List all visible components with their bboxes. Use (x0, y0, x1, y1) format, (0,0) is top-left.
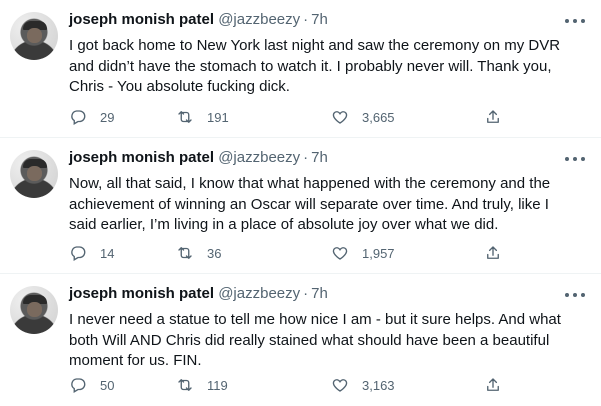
like-icon (332, 247, 348, 260)
tweet-thread: joseph monish patel @jazzbeezy · 7h I got … (0, 0, 601, 406)
tweet-actions: 50 119 3,163 (69, 375, 499, 395)
like-count: 1,957 (362, 245, 395, 261)
retweet-button[interactable]: 191 (176, 107, 229, 127)
tweet-header: joseph monish patel @jazzbeezy · 7h (69, 11, 328, 31)
timestamp[interactable]: 7h (311, 149, 328, 166)
like-icon (332, 111, 348, 124)
retweet-icon (178, 247, 192, 259)
retweet-count: 36 (207, 245, 222, 261)
tweet-actions: 29 191 3,665 (69, 107, 499, 127)
separator: · (303, 285, 309, 302)
like-icon (332, 379, 348, 392)
tweet-text: Now, all that said, I know that what hap… (69, 175, 551, 233)
share-icon (487, 378, 499, 391)
retweet-icon (178, 379, 192, 391)
tweet-text: I got back home to New York last night a… (69, 37, 561, 95)
author-name[interactable]: joseph monish patel (69, 149, 214, 166)
reply-button[interactable]: 14 (69, 243, 114, 263)
reply-count: 14 (100, 245, 115, 261)
like-button[interactable]: 1,957 (331, 243, 395, 263)
reply-button[interactable]: 29 (69, 107, 114, 127)
tweet-text: I never need a statue to tell me how nic… (69, 311, 561, 369)
more-icon[interactable] (565, 292, 585, 298)
share-button[interactable] (484, 375, 502, 395)
reply-count: 29 (100, 109, 115, 125)
tweet-header: joseph monish patel @jazzbeezy · 7h (69, 149, 328, 169)
retweet-icon (178, 111, 192, 123)
tweet[interactable]: joseph monish patel @jazzbeezy · 7h Now, a… (0, 138, 601, 274)
share-button[interactable] (484, 107, 502, 127)
tweet[interactable]: joseph monish patel @jazzbeezy · 7h I neve… (0, 274, 601, 406)
author-handle[interactable]: @jazzbeezy (218, 285, 300, 302)
avatar[interactable] (10, 150, 58, 198)
reply-icon (71, 246, 86, 261)
reply-icon (71, 110, 86, 125)
separator: · (303, 11, 309, 28)
avatar[interactable] (10, 12, 58, 60)
like-count: 3,163 (362, 377, 395, 393)
like-count: 3,665 (362, 109, 395, 125)
tweet-header: joseph monish patel @jazzbeezy · 7h (69, 285, 328, 305)
reply-count: 50 (100, 377, 115, 393)
share-icon (487, 246, 499, 259)
retweet-count: 191 (207, 109, 229, 125)
separator: · (303, 149, 309, 166)
author-handle[interactable]: @jazzbeezy (218, 11, 300, 28)
timestamp[interactable]: 7h (311, 285, 328, 302)
retweet-count: 119 (207, 377, 228, 393)
author-name[interactable]: joseph monish patel (69, 285, 214, 302)
reply-icon (71, 378, 86, 393)
share-button[interactable] (484, 243, 502, 263)
share-icon (487, 110, 499, 123)
tweet[interactable]: joseph monish patel @jazzbeezy · 7h I got … (0, 0, 601, 138)
avatar[interactable] (10, 286, 58, 334)
author-name[interactable]: joseph monish patel (69, 11, 214, 28)
author-handle[interactable]: @jazzbeezy (218, 149, 300, 166)
reply-button[interactable]: 50 (69, 375, 114, 395)
tweet-actions: 14 36 1,957 (69, 243, 499, 263)
more-icon[interactable] (565, 18, 585, 24)
like-button[interactable]: 3,163 (331, 375, 395, 395)
like-button[interactable]: 3,665 (331, 107, 395, 127)
retweet-button[interactable]: 36 (176, 243, 221, 263)
timestamp[interactable]: 7h (311, 11, 328, 28)
more-icon[interactable] (565, 156, 585, 162)
retweet-button[interactable]: 119 (176, 375, 228, 395)
